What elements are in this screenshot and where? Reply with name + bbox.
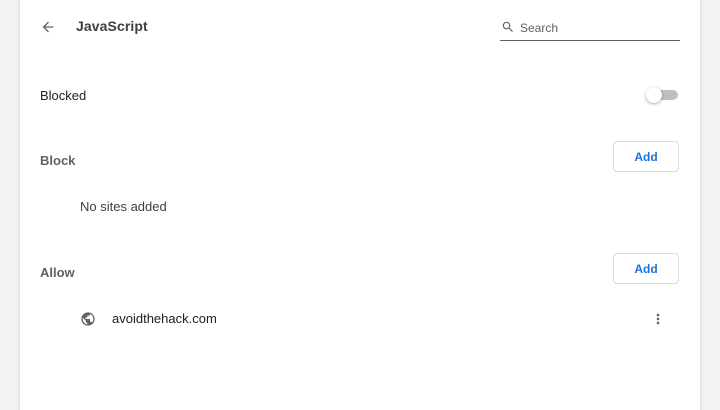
- list-item: avoidthehack.com: [20, 302, 700, 336]
- allow-section-label: Allow: [40, 265, 75, 280]
- blocked-label: Blocked: [40, 88, 87, 103]
- globe-icon: [81, 312, 95, 326]
- search-input[interactable]: [520, 18, 676, 38]
- allow-add-button[interactable]: Add: [613, 253, 679, 284]
- search-box[interactable]: [500, 16, 680, 41]
- block-add-button[interactable]: Add: [613, 141, 679, 172]
- toggle-knob: [646, 87, 662, 103]
- page-title: JavaScript: [76, 18, 148, 34]
- block-empty-text: No sites added: [80, 199, 167, 214]
- page-header: JavaScript: [20, 0, 700, 54]
- more-vert-icon: [656, 313, 660, 325]
- site-name: avoidthehack.com: [112, 311, 217, 326]
- arrow-back-icon: [42, 21, 54, 33]
- block-section-label: Block: [40, 153, 76, 168]
- back-button[interactable]: [34, 13, 62, 41]
- search-icon: [502, 21, 513, 32]
- site-more-actions-button[interactable]: [644, 305, 672, 333]
- blocked-toggle[interactable]: [646, 87, 678, 103]
- settings-card: JavaScript Blocked Block Add No sites ad…: [20, 0, 700, 410]
